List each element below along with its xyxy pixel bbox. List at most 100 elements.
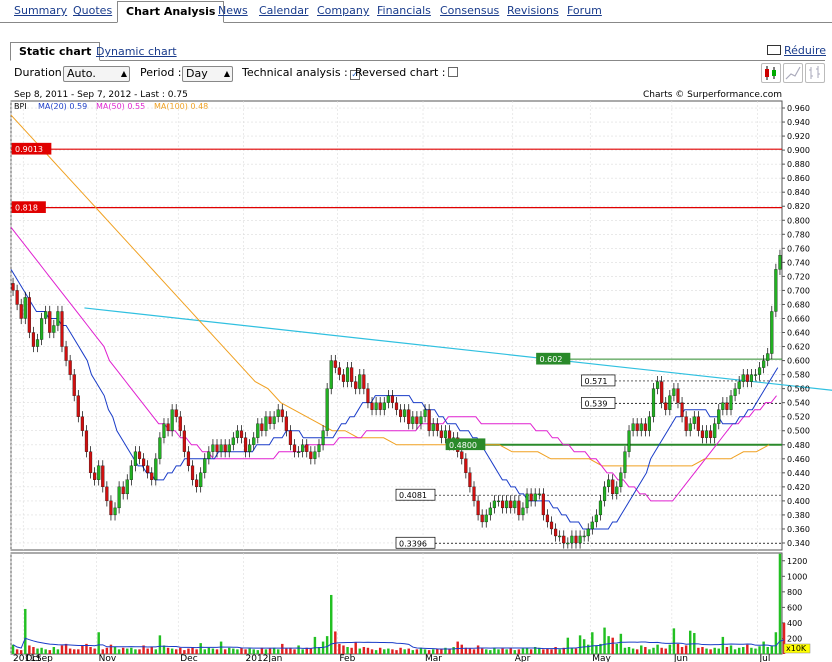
candle-body	[88, 451, 93, 473]
level-label: 0.818	[15, 204, 38, 213]
x-tick-label: Dec	[180, 654, 197, 662]
volume-bar	[232, 648, 235, 654]
candle-body	[725, 402, 729, 410]
volume-bar	[709, 649, 712, 654]
volume-bar	[93, 648, 96, 654]
volume-bar	[166, 647, 170, 654]
candle-body	[431, 423, 435, 431]
candle-body	[288, 430, 293, 445]
candle-body	[439, 430, 443, 438]
x-tick-label: Nov	[99, 654, 117, 662]
volume-bar	[635, 649, 639, 654]
volume-bar	[73, 649, 76, 654]
candle-body	[52, 325, 56, 333]
volume-bar	[774, 632, 778, 654]
y-tick-label: 0.600	[787, 357, 810, 366]
candle-body	[521, 507, 525, 516]
volume-bar	[52, 647, 56, 654]
candle-body	[647, 416, 651, 431]
volume-bar	[456, 641, 459, 654]
volume-bar	[762, 641, 765, 654]
level-label: 0.571	[585, 377, 608, 386]
candle-body	[672, 388, 676, 396]
volume-bar	[346, 647, 349, 654]
volume-bar	[778, 553, 782, 654]
candle-body	[684, 416, 688, 431]
candle-body	[105, 486, 109, 502]
volume-bar	[285, 648, 288, 654]
volume-bar	[219, 641, 223, 654]
x-tick-label: Jun	[673, 654, 688, 662]
candle-body	[256, 423, 260, 438]
y-tick-label: 0.920	[787, 132, 810, 141]
candle-body	[549, 521, 554, 530]
candle-body	[619, 472, 623, 488]
candle-body	[717, 409, 721, 424]
y-tick-label: 0.700	[787, 286, 810, 295]
candle-body	[199, 472, 203, 488]
volume-bar	[668, 644, 672, 654]
volume-bar	[660, 647, 663, 654]
candle-body	[757, 367, 762, 375]
candle-body	[558, 535, 562, 538]
candle-body	[137, 451, 142, 459]
volume-bar	[223, 649, 227, 654]
candle-body	[435, 423, 439, 431]
legend-ma20: MA(20) 0.59	[38, 102, 87, 111]
volume-bar	[113, 647, 117, 654]
candle-body	[113, 507, 117, 516]
candle-body	[203, 458, 207, 473]
candle-body	[284, 416, 288, 431]
y-tick-label: 0.340	[787, 539, 810, 548]
volume-bar	[130, 647, 133, 654]
candle-body	[741, 374, 745, 382]
volume-bar	[415, 649, 419, 654]
volume-bar	[56, 649, 60, 654]
level-label: 0.3396	[399, 539, 427, 548]
y-tick-label: 0.760	[787, 244, 810, 253]
candle-body	[749, 374, 753, 382]
x-tick-label: Mar	[425, 654, 442, 662]
volume-bar	[750, 647, 753, 654]
candle-body	[133, 451, 137, 466]
candle-body	[305, 444, 309, 452]
volume-bar	[550, 649, 553, 654]
y-tick-label: 0.560	[787, 385, 810, 394]
volume-bar	[676, 643, 680, 654]
candle-body	[35, 339, 40, 347]
candle-body	[345, 367, 350, 382]
volume-ma-line	[12, 637, 785, 650]
candle-body	[329, 360, 333, 389]
volume-bar	[146, 648, 149, 654]
candle-body	[594, 514, 598, 523]
volume-bar	[117, 649, 121, 654]
candle-body	[40, 318, 44, 340]
candle-body	[460, 451, 464, 459]
candle-body	[668, 395, 672, 410]
candle-body	[464, 458, 468, 473]
candle-body	[713, 423, 717, 438]
candle-body	[509, 500, 513, 509]
candle-body	[272, 416, 276, 424]
y-tick-label: 0.580	[787, 371, 810, 380]
candle-body	[350, 367, 354, 382]
candle-body	[325, 388, 329, 431]
candle-body	[770, 311, 774, 354]
y-tick-label: 0.420	[787, 483, 810, 492]
candle-body	[692, 416, 696, 424]
candle-body	[60, 311, 64, 347]
x-tick-label: Feb	[339, 654, 355, 662]
candle-body	[554, 528, 558, 537]
candle-body	[582, 535, 586, 538]
candle-body	[415, 416, 419, 424]
volume-bar	[578, 635, 582, 654]
candle-body	[341, 374, 346, 382]
candle-body	[688, 423, 692, 431]
candle-body	[162, 423, 166, 438]
volume-y-tick-label: 400	[787, 619, 802, 628]
volume-y-tick-label: 800	[787, 588, 802, 597]
volume-bar	[68, 648, 72, 654]
candle-body	[651, 388, 656, 417]
volume-bar	[158, 635, 162, 654]
volume-bar	[138, 649, 141, 654]
